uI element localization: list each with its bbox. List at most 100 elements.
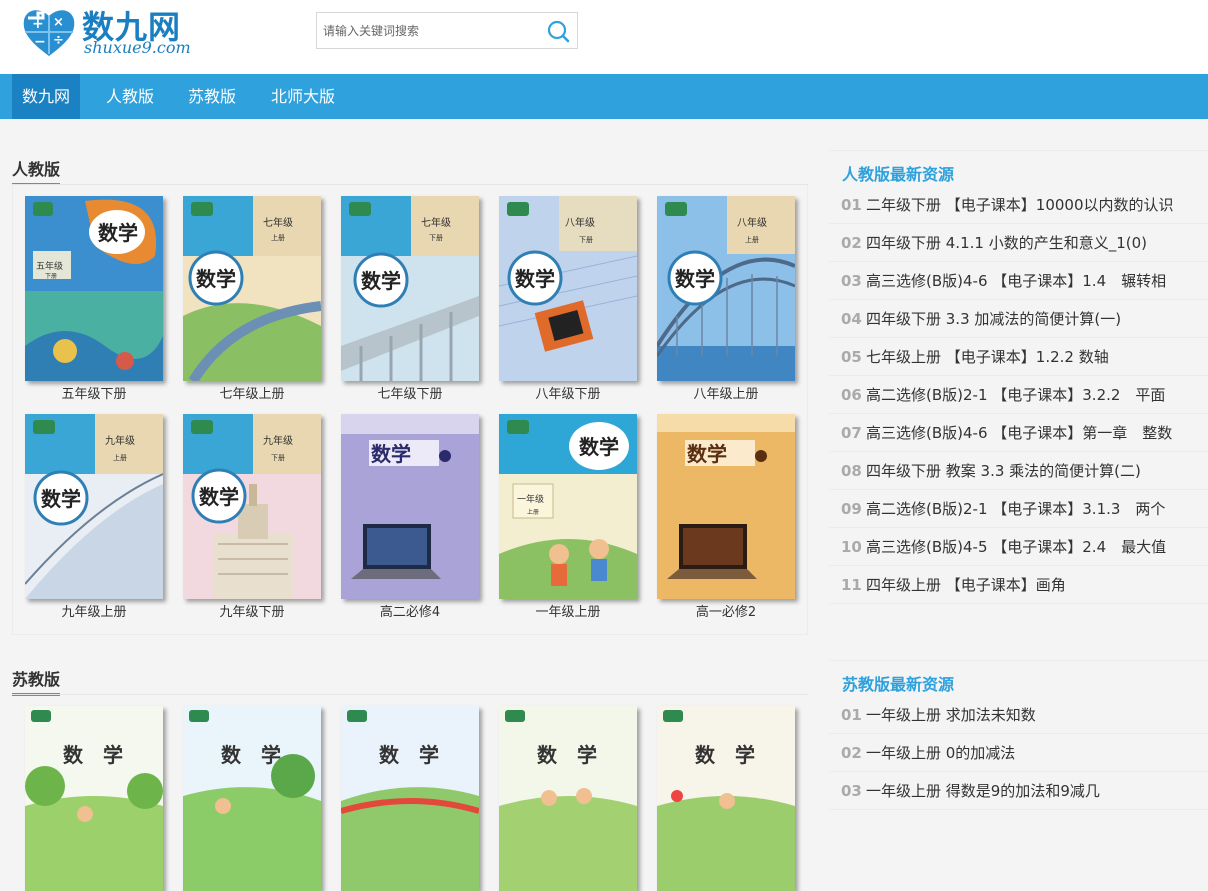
item-link[interactable]: 四年级下册 3.3 加减法的简便计算(一) [866, 310, 1121, 328]
list-item[interactable]: 01一年级上册 求加法未知数 [829, 696, 1208, 734]
cover-grade: 一年级 [517, 493, 544, 505]
svg-text:÷: ÷ [53, 33, 64, 48]
book-label[interactable]: 九年级下册 [183, 601, 321, 620]
book-card[interactable]: 数学 七年级 下册 七年级下册 [341, 196, 479, 402]
book-label[interactable]: 八年级下册 [499, 383, 637, 402]
item-link[interactable]: 高三选修(B版)4-5 【电子课本】2.4 最大值 [866, 538, 1166, 556]
section-title-sujiao[interactable]: 苏教版 [12, 666, 60, 696]
section-title-renjiao[interactable]: 人教版 [12, 156, 60, 186]
book-label[interactable]: 八年级上册 [657, 383, 795, 402]
item-number: 06 [841, 376, 866, 414]
cover-title: 数学 [687, 442, 727, 466]
book-card[interactable]: 数学 七年级 上册 七年级上册 [183, 196, 321, 402]
cover-title: 数学 [579, 435, 619, 459]
item-link[interactable]: 高二选修(B版)2-1 【电子课本】3.1.3 两个 [866, 500, 1165, 518]
book-cover: 数 学 [183, 706, 321, 891]
item-number: 05 [841, 338, 866, 376]
list-item[interactable]: 01二年级下册 【电子课本】10000以内数的认识 [829, 186, 1208, 224]
book-label[interactable]: 七年级上册 [183, 383, 321, 402]
site-logo[interactable]: + × − ÷ 数九网 shuxue9.com [20, 2, 210, 62]
book-card[interactable]: 数学 八年级 上册 八年级上册 [657, 196, 795, 402]
item-link[interactable]: 四年级下册 4.1.1 小数的产生和意义_1(0) [866, 234, 1147, 252]
book-label[interactable]: 一年级上册 [499, 601, 637, 620]
list-item[interactable]: 06高二选修(B版)2-1 【电子课本】3.2.2 平面 [829, 376, 1208, 414]
cover-grade: 七年级 [421, 216, 451, 229]
book-card[interactable]: 数学 八年级 下册 八年级下册 [499, 196, 637, 402]
list-item[interactable]: 05七年级上册 【电子课本】1.2.2 数轴 [829, 338, 1208, 376]
sidebar-title-sujiao[interactable]: 苏教版最新资源 [842, 671, 954, 695]
book-cover: 数学 [657, 414, 795, 599]
book-cover: 数学 五年级 下册 [25, 196, 163, 381]
book-label[interactable]: 高一必修2 [657, 601, 795, 620]
book-card[interactable]: 数学 高二必修4 [341, 414, 479, 620]
book-label[interactable]: 五年级下册 [25, 383, 163, 402]
list-item[interactable]: 04四年级下册 3.3 加减法的简便计算(一) [829, 300, 1208, 338]
list-item[interactable]: 03高三选修(B版)4-6 【电子课本】1.4 辗转相 [829, 262, 1208, 300]
book-label[interactable]: 九年级上册 [25, 601, 163, 620]
nav-item-home[interactable]: 数九网 [12, 74, 80, 119]
item-link[interactable]: 高三选修(B版)4-6 【电子课本】1.4 辗转相 [866, 272, 1166, 290]
book-card[interactable]: 数学 九年级 上册 九年级上册 [25, 414, 163, 620]
cover-title: 数 学 [379, 743, 439, 767]
cover-term: 下册 [429, 234, 443, 242]
list-item[interactable]: 03一年级上册 得数是9的加法和9减几 [829, 772, 1208, 810]
book-card[interactable]: 数学 一年级 上册 一年级上册 [499, 414, 637, 620]
book-card[interactable]: 数 学 [657, 706, 795, 891]
nav-item-renjiao[interactable]: 人教版 [96, 74, 164, 119]
book-cover: 数 学 [341, 706, 479, 891]
list-item[interactable]: 11四年级上册 【电子课本】画角 [829, 566, 1208, 604]
list-item[interactable]: 10高三选修(B版)4-5 【电子课本】2.4 最大值 [829, 528, 1208, 566]
item-link[interactable]: 一年级上册 得数是9的加法和9减几 [866, 782, 1100, 800]
list-item[interactable]: 07高三选修(B版)4-6 【电子课本】第一章 整数 [829, 414, 1208, 452]
nav-item-sujiao[interactable]: 苏教版 [178, 74, 246, 119]
item-link[interactable]: 一年级上册 0的加减法 [866, 744, 1015, 762]
list-item[interactable]: 08四年级下册 教案 3.3 乘法的简便计算(二) [829, 452, 1208, 490]
item-link[interactable]: 七年级上册 【电子课本】1.2.2 数轴 [866, 348, 1109, 366]
book-card[interactable]: 数 学 [183, 706, 321, 891]
main-nav: 数九网 人教版 苏教版 北师大版 [0, 74, 1208, 119]
item-number: 02 [841, 734, 866, 772]
book-card[interactable]: 数 学 [499, 706, 637, 891]
sidebar-title-renjiao[interactable]: 人教版最新资源 [842, 161, 954, 185]
list-item[interactable]: 02四年级下册 4.1.1 小数的产生和意义_1(0) [829, 224, 1208, 262]
book-card[interactable]: 数学 九年级 下册 九年级下册 [183, 414, 321, 620]
book-cover: 数学 八年级 下册 [499, 196, 637, 381]
book-cover: 数学 九年级 上册 [25, 414, 163, 599]
item-number: 07 [841, 414, 866, 452]
item-number: 11 [841, 566, 866, 604]
list-item[interactable]: 09高二选修(B版)2-1 【电子课本】3.1.3 两个 [829, 490, 1208, 528]
item-link[interactable]: 二年级下册 【电子课本】10000以内数的认识 [866, 196, 1174, 214]
book-card[interactable]: 数 学 [25, 706, 163, 891]
item-number: 04 [841, 300, 866, 338]
cover-grade: 九年级 [105, 434, 135, 447]
section-divider [12, 694, 808, 695]
cover-title: 数学 [98, 221, 138, 245]
list-item[interactable]: 02一年级上册 0的加减法 [829, 734, 1208, 772]
book-cover: 数 学 [657, 706, 795, 891]
book-cover: 数学 七年级 上册 [183, 196, 321, 381]
item-link[interactable]: 高二选修(B版)2-1 【电子课本】3.2.2 平面 [866, 386, 1165, 404]
cover-term: 上册 [271, 233, 285, 242]
book-card[interactable]: 数 学 [341, 706, 479, 891]
book-card[interactable]: 数学 高一必修2 [657, 414, 795, 620]
search-input[interactable] [317, 13, 542, 48]
book-label[interactable]: 高二必修4 [341, 601, 479, 620]
cover-title: 数 学 [695, 743, 755, 767]
book-card[interactable]: 数学 五年级 下册 五年级下册 [25, 196, 163, 402]
nav-item-beishida[interactable]: 北师大版 [262, 74, 344, 119]
item-number: 03 [841, 262, 866, 300]
item-link[interactable]: 高三选修(B版)4-6 【电子课本】第一章 整数 [866, 424, 1172, 442]
item-link[interactable]: 四年级上册 【电子课本】画角 [866, 576, 1066, 594]
sidebar-list-sujiao: 01一年级上册 求加法未知数 02一年级上册 0的加减法 03一年级上册 得数是… [829, 696, 1208, 810]
svg-text:×: × [53, 15, 64, 30]
book-cover: 数 学 [499, 706, 637, 891]
cover-grade: 五年级 [36, 260, 63, 272]
cover-term: 上册 [745, 235, 759, 244]
item-link[interactable]: 一年级上册 求加法未知数 [866, 706, 1036, 724]
book-label[interactable]: 七年级下册 [341, 383, 479, 402]
puzzle-heart-icon: + × − ÷ [20, 4, 78, 60]
book-cover: 数 学 [25, 706, 163, 891]
search-icon[interactable] [545, 18, 571, 44]
cover-title: 数 学 [63, 743, 123, 767]
item-link[interactable]: 四年级下册 教案 3.3 乘法的简便计算(二) [866, 462, 1141, 480]
